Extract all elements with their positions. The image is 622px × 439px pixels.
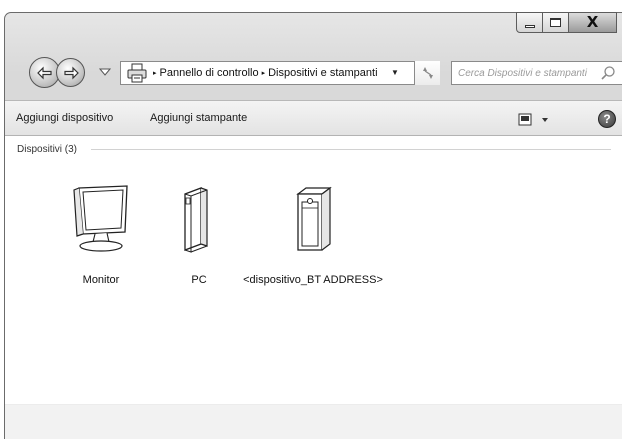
- address-bar[interactable]: ▸ Pannello di controllo ▸ Dispositivi e …: [120, 61, 440, 85]
- explorer-window: X ▸ Pannello di controllo ▸ Dispositivi …: [4, 12, 622, 439]
- device-monitor[interactable]: Monitor: [51, 184, 151, 286]
- refresh-button[interactable]: [414, 61, 440, 85]
- add-device-button[interactable]: Aggiungi dispositivo: [16, 112, 113, 124]
- bluetooth-device-icon: [296, 186, 332, 251]
- maximize-button[interactable]: [543, 12, 569, 33]
- group-divider: [91, 149, 611, 150]
- devices-pane: Dispositivi (3) Monitor PC <dispositivo_…: [5, 136, 622, 439]
- minimize-icon: [524, 24, 535, 28]
- arrow-left-icon: [36, 66, 52, 79]
- monitor-icon: [73, 185, 128, 252]
- search-box[interactable]: Cerca Dispositivi e stampanti: [451, 61, 622, 85]
- device-label: <dispositivo_BT ADDRESS>: [243, 274, 383, 286]
- group-header[interactable]: Dispositivi (3): [17, 144, 611, 155]
- window-controls: X: [516, 12, 617, 34]
- device-bt[interactable]: <dispositivo_BT ADDRESS>: [243, 184, 383, 286]
- close-button[interactable]: X: [569, 12, 617, 33]
- group-title: Dispositivi (3): [17, 144, 78, 155]
- device-label: PC: [191, 274, 207, 286]
- add-printer-button[interactable]: Aggiungi stampante: [150, 112, 247, 124]
- search-input[interactable]: Cerca Dispositivi e stampanti: [458, 68, 600, 79]
- breadcrumb-separator: ▸: [261, 70, 266, 77]
- search-icon[interactable]: [600, 65, 616, 81]
- breadcrumb-separator: ▸: [153, 70, 157, 77]
- history-dropdown-icon[interactable]: [99, 67, 111, 77]
- details-pane: [5, 404, 622, 439]
- breadcrumb: ▸ Pannello di controllo ▸ Dispositivi e …: [150, 67, 378, 79]
- arrow-right-icon: [63, 66, 79, 79]
- printer-icon: [127, 63, 147, 83]
- pc-tower-icon: [184, 187, 208, 253]
- close-icon: X: [586, 13, 599, 31]
- minimize-button[interactable]: [516, 12, 543, 33]
- breadcrumb-control-panel[interactable]: Pannello di controllo: [160, 67, 259, 79]
- maximize-icon: [550, 18, 561, 27]
- device-pc[interactable]: PC: [159, 184, 239, 286]
- change-view-icon[interactable]: [518, 113, 550, 127]
- command-bar: Aggiungi dispositivo Aggiungi stampante …: [5, 100, 622, 136]
- refresh-icon: [422, 67, 433, 79]
- help-button[interactable]: ?: [598, 110, 616, 128]
- breadcrumb-devices-printers[interactable]: Dispositivi e stampanti: [268, 67, 377, 79]
- device-label: Monitor: [82, 274, 120, 286]
- address-dropdown-icon[interactable]: ▼: [391, 68, 399, 77]
- forward-button[interactable]: [56, 58, 85, 87]
